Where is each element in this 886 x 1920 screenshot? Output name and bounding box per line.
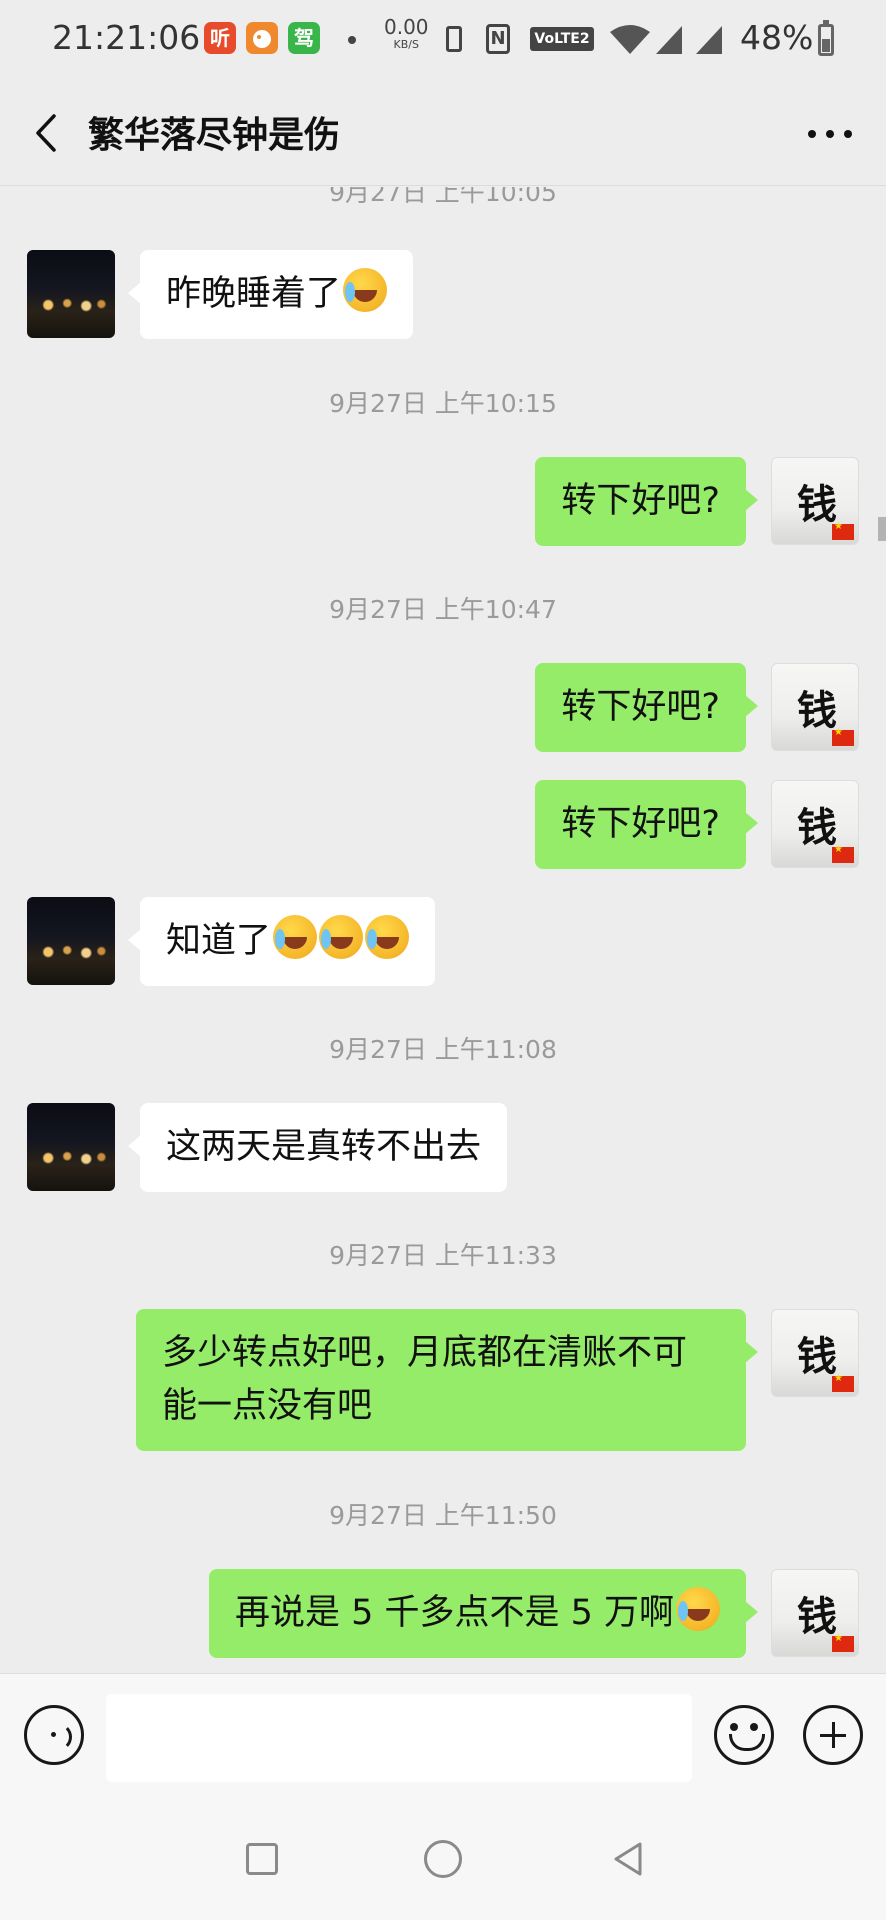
china-flag-icon	[832, 521, 854, 540]
nav-home-button[interactable]	[424, 1840, 462, 1878]
volte-badge: VoLTE2	[530, 27, 594, 51]
avatar-photo	[33, 943, 109, 961]
message-timestamp: 9月27日 上午10:47	[329, 595, 557, 624]
contact-avatar[interactable]	[27, 250, 115, 338]
my-avatar[interactable]: 钱	[771, 663, 859, 751]
emoji-button[interactable]	[714, 1705, 774, 1765]
ting-app-icon: 听	[204, 22, 236, 54]
message-text: 多少转点好吧，月底都在清账不可能一点没有吧	[162, 1333, 688, 1426]
nav-back-button[interactable]	[608, 1839, 648, 1879]
message-timestamp: 9月27日 上午10:05	[329, 187, 557, 207]
message-bubble-received[interactable]: 这两天是真转不出去	[127, 1103, 508, 1192]
network-speed: 0.00 KB/S	[384, 17, 429, 54]
china-flag-icon	[832, 727, 854, 746]
message-timestamp: 9月27日 上午11:50	[329, 1501, 557, 1530]
signal-1-icon	[656, 26, 682, 54]
my-avatar[interactable]: 钱	[771, 1309, 859, 1397]
message-text: 昨晚睡着了	[166, 274, 342, 314]
more-button[interactable]	[800, 110, 860, 156]
chat-header: 繁华落尽钟是伤	[0, 80, 886, 186]
status-bar: 21:21:06 听 驾 0.00 KB/S N VoLTE2 48%	[0, 0, 886, 80]
message-bubble-sent[interactable]: 转下好吧?	[535, 663, 758, 752]
message-bubble-received[interactable]: 昨晚睡着了	[127, 250, 414, 339]
chat-message-list[interactable]: 9月27日 上午10:05 昨晚睡着了 9月27日 上午10:15 钱 转下好吧…	[0, 187, 886, 1673]
message-bubble-sent[interactable]: 转下好吧?	[535, 780, 758, 869]
laugh-cry-emoji-icon	[273, 915, 318, 959]
message-bubble-received[interactable]: 知道了	[127, 897, 436, 986]
message-timestamp: 9月27日 上午10:15	[329, 389, 557, 418]
notification-dot-icon	[348, 36, 356, 44]
status-time: 21:21:06	[52, 18, 201, 57]
china-flag-icon	[832, 1373, 854, 1392]
contact-avatar[interactable]	[27, 897, 115, 985]
message-text: 转下好吧?	[561, 481, 720, 521]
contact-avatar[interactable]	[27, 1103, 115, 1191]
fox-app-icon	[246, 22, 278, 54]
battery-icon	[818, 20, 834, 56]
china-flag-icon	[832, 844, 854, 863]
my-avatar[interactable]: 钱	[771, 1569, 859, 1657]
message-bubble-sent[interactable]: 再说是 5 千多点不是 5 万啊	[208, 1569, 759, 1658]
message-text: 再说是 5 千多点不是 5 万啊	[234, 1593, 674, 1633]
laugh-cry-emoji-icon	[343, 268, 388, 312]
system-nav-bar	[0, 1803, 886, 1920]
message-input[interactable]	[106, 1694, 692, 1782]
back-button[interactable]	[24, 108, 74, 158]
china-flag-icon	[832, 1633, 854, 1652]
nfc-icon: N	[486, 24, 510, 54]
scrollbar[interactable]	[878, 517, 886, 541]
chat-title: 繁华落尽钟是伤	[88, 115, 341, 156]
wifi-icon	[610, 25, 650, 54]
more-dots-icon	[808, 130, 816, 138]
chat-input-bar	[0, 1673, 886, 1803]
sim-icon	[446, 26, 462, 52]
my-avatar[interactable]: 钱	[771, 780, 859, 868]
avatar-photo	[33, 1149, 109, 1167]
message-text: 知道了	[166, 921, 272, 961]
laugh-cry-emoji-icon	[365, 915, 410, 959]
message-timestamp: 9月27日 上午11:33	[329, 1241, 557, 1270]
jia-app-icon: 驾	[288, 22, 320, 54]
nav-recent-button[interactable]	[246, 1843, 278, 1875]
message-timestamp: 9月27日 上午11:08	[329, 1035, 557, 1064]
avatar-photo	[33, 296, 109, 314]
chevron-left-icon	[36, 114, 56, 152]
battery-percent: 48%	[740, 18, 814, 57]
message-bubble-sent[interactable]: 转下好吧?	[535, 457, 758, 546]
message-text: 转下好吧?	[561, 804, 720, 844]
voice-button[interactable]	[24, 1705, 84, 1765]
message-text: 这两天是真转不出去	[166, 1127, 482, 1167]
more-dot	[826, 130, 834, 138]
my-avatar[interactable]: 钱	[771, 457, 859, 545]
more-actions-button[interactable]	[803, 1705, 863, 1765]
message-bubble-sent[interactable]: 多少转点好吧，月底都在清账不可能一点没有吧	[136, 1309, 758, 1451]
laugh-cry-emoji-icon	[319, 915, 364, 959]
signal-2-icon	[696, 26, 722, 54]
laugh-cry-emoji-icon	[676, 1587, 720, 1631]
more-dot	[844, 130, 852, 138]
message-text: 转下好吧?	[561, 687, 720, 727]
